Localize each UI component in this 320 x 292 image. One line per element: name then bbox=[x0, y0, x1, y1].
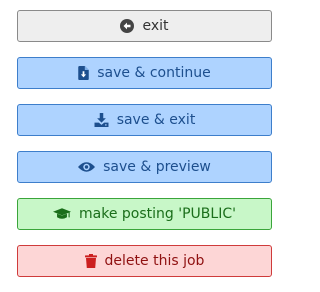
file-download-icon bbox=[78, 66, 90, 80]
exit-button[interactable]: exit bbox=[17, 10, 272, 42]
delete-job-label: delete this job bbox=[104, 253, 205, 269]
save-and-continue-label: save & continue bbox=[97, 65, 211, 81]
delete-job-button[interactable]: delete this job bbox=[17, 245, 272, 277]
graduation-cap-icon bbox=[53, 207, 72, 221]
trash-icon bbox=[84, 254, 97, 268]
save-and-exit-label: save & exit bbox=[116, 112, 196, 128]
save-and-preview-button[interactable]: save & preview bbox=[17, 151, 272, 183]
save-and-exit-button[interactable]: save & exit bbox=[17, 104, 272, 136]
exit-button-label: exit bbox=[142, 18, 169, 34]
eye-icon bbox=[78, 161, 96, 173]
save-and-preview-label: save & preview bbox=[103, 159, 211, 175]
arrow-circle-left-icon bbox=[120, 19, 135, 33]
download-icon bbox=[94, 113, 109, 127]
save-and-continue-button[interactable]: save & continue bbox=[17, 57, 272, 89]
make-posting-public-label: make posting 'PUBLIC' bbox=[79, 206, 236, 222]
action-button-stack: exit save & continue save & exit save & … bbox=[17, 10, 272, 292]
make-posting-public-button[interactable]: make posting 'PUBLIC' bbox=[17, 198, 272, 230]
